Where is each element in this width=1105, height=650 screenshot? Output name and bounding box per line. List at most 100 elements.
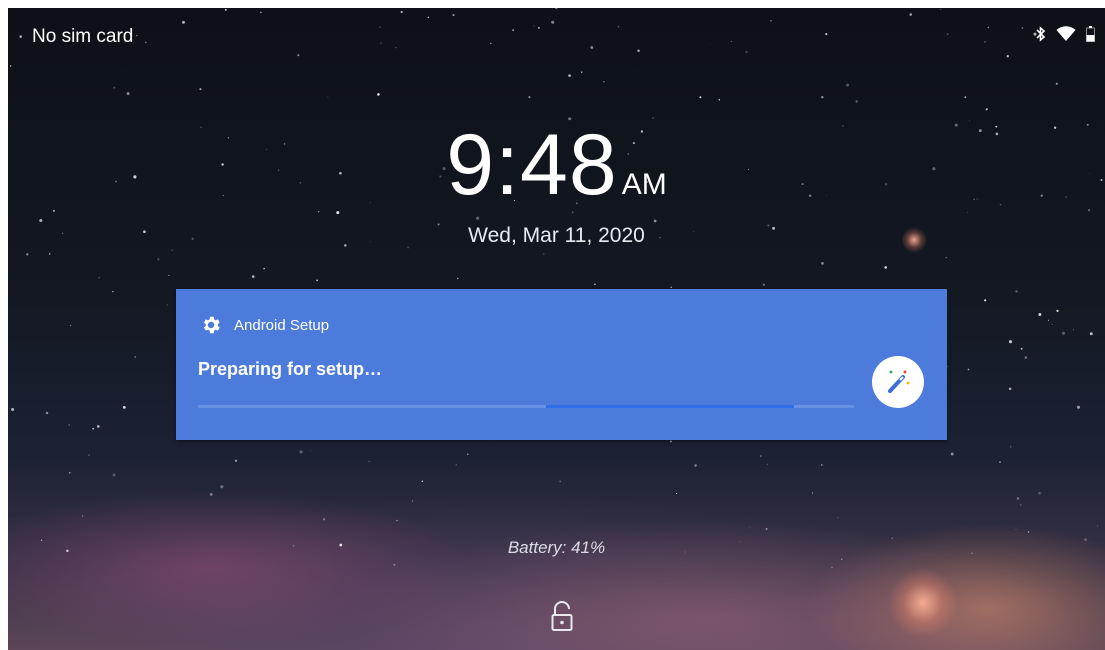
- notification-app-name: Android Setup: [234, 316, 330, 334]
- star: [765, 527, 768, 530]
- star: [9, 65, 12, 67]
- lockscreen-date: Wed, Mar 11, 2020: [468, 224, 645, 247]
- star: [368, 460, 370, 463]
- star: [1056, 309, 1059, 312]
- star: [251, 275, 255, 278]
- star: [11, 407, 15, 412]
- star: [884, 266, 887, 269]
- setup-notification[interactable]: Android Setup Preparing for setup…: [176, 289, 947, 440]
- star: [377, 93, 380, 96]
- star: [1089, 332, 1093, 336]
- lock-screen: No sim card 9:48 AM Wed, Mar 11, 2020 And…: [8, 8, 1105, 650]
- star: [1020, 347, 1023, 350]
- star: [310, 450, 311, 452]
- star: [122, 406, 126, 409]
- star: [113, 86, 116, 89]
- star: [831, 566, 833, 569]
- status-bar: No sim card: [8, 8, 1105, 52]
- lockscreen-clock: 9:48 AM: [8, 116, 1105, 215]
- star: [1047, 319, 1050, 321]
- star: [945, 256, 947, 259]
- wallpaper-glow: [888, 568, 958, 638]
- star: [594, 283, 596, 286]
- star: [82, 515, 84, 517]
- magic-wand-icon: [872, 356, 924, 408]
- star: [45, 411, 49, 415]
- star: [456, 277, 459, 280]
- star: [820, 464, 823, 466]
- star: [234, 459, 238, 462]
- star: [297, 54, 300, 57]
- star: [760, 455, 762, 457]
- notification-title: Preparing for setup…: [198, 359, 383, 379]
- star: [166, 304, 168, 306]
- notification-header: Android Setup: [200, 314, 329, 336]
- star: [39, 218, 43, 223]
- star: [837, 517, 839, 519]
- unlock-icon[interactable]: [551, 600, 573, 632]
- star: [220, 485, 224, 489]
- battery-status: Battery: 41%: [507, 538, 606, 557]
- star: [718, 99, 721, 101]
- star: [1038, 313, 1042, 316]
- star: [967, 368, 970, 371]
- star: [412, 500, 413, 502]
- star: [476, 216, 480, 220]
- star: [1019, 504, 1022, 506]
- star: [653, 219, 657, 223]
- star: [1008, 340, 1013, 344]
- setup-progress-bar: [198, 405, 854, 408]
- star: [112, 473, 116, 477]
- star: [568, 74, 571, 77]
- star: [263, 267, 265, 270]
- progress-indicator: [546, 405, 794, 408]
- star: [88, 454, 90, 456]
- wifi-icon: [1056, 26, 1076, 41]
- star: [699, 96, 702, 99]
- star: [670, 286, 672, 289]
- star: [157, 258, 160, 261]
- star: [209, 493, 213, 496]
- star: [984, 299, 987, 302]
- star: [1076, 405, 1081, 409]
- star: [199, 88, 202, 91]
- star: [1010, 446, 1012, 448]
- bluetooth-icon: [1036, 26, 1046, 42]
- star: [580, 71, 583, 73]
- star: [694, 464, 697, 467]
- star: [1008, 387, 1012, 391]
- star: [950, 452, 954, 456]
- star: [1016, 497, 1020, 500]
- star: [98, 277, 100, 279]
- star: [846, 83, 849, 87]
- star: [749, 527, 751, 529]
- star: [92, 427, 95, 430]
- star: [840, 558, 843, 561]
- star: [421, 480, 424, 483]
- star: [669, 440, 672, 443]
- star: [855, 100, 858, 103]
- battery-icon: [1086, 26, 1095, 42]
- star: [467, 453, 469, 455]
- star: [26, 253, 29, 256]
- star: [1027, 531, 1030, 533]
- star: [112, 291, 114, 293]
- star: [675, 492, 678, 495]
- star: [68, 424, 70, 426]
- star: [171, 249, 173, 251]
- status-icons: [1036, 26, 1095, 42]
- star: [1038, 491, 1041, 495]
- gear-icon: [203, 316, 220, 334]
- star: [322, 518, 326, 521]
- star: [1055, 82, 1058, 85]
- star: [543, 253, 545, 255]
- star: [1051, 323, 1053, 325]
- star: [126, 92, 130, 96]
- star: [1061, 331, 1066, 335]
- star: [316, 279, 318, 282]
- star: [96, 425, 100, 428]
- star: [69, 472, 71, 474]
- star: [299, 450, 303, 454]
- clock-time: 9:48: [446, 117, 618, 213]
- star: [811, 492, 813, 494]
